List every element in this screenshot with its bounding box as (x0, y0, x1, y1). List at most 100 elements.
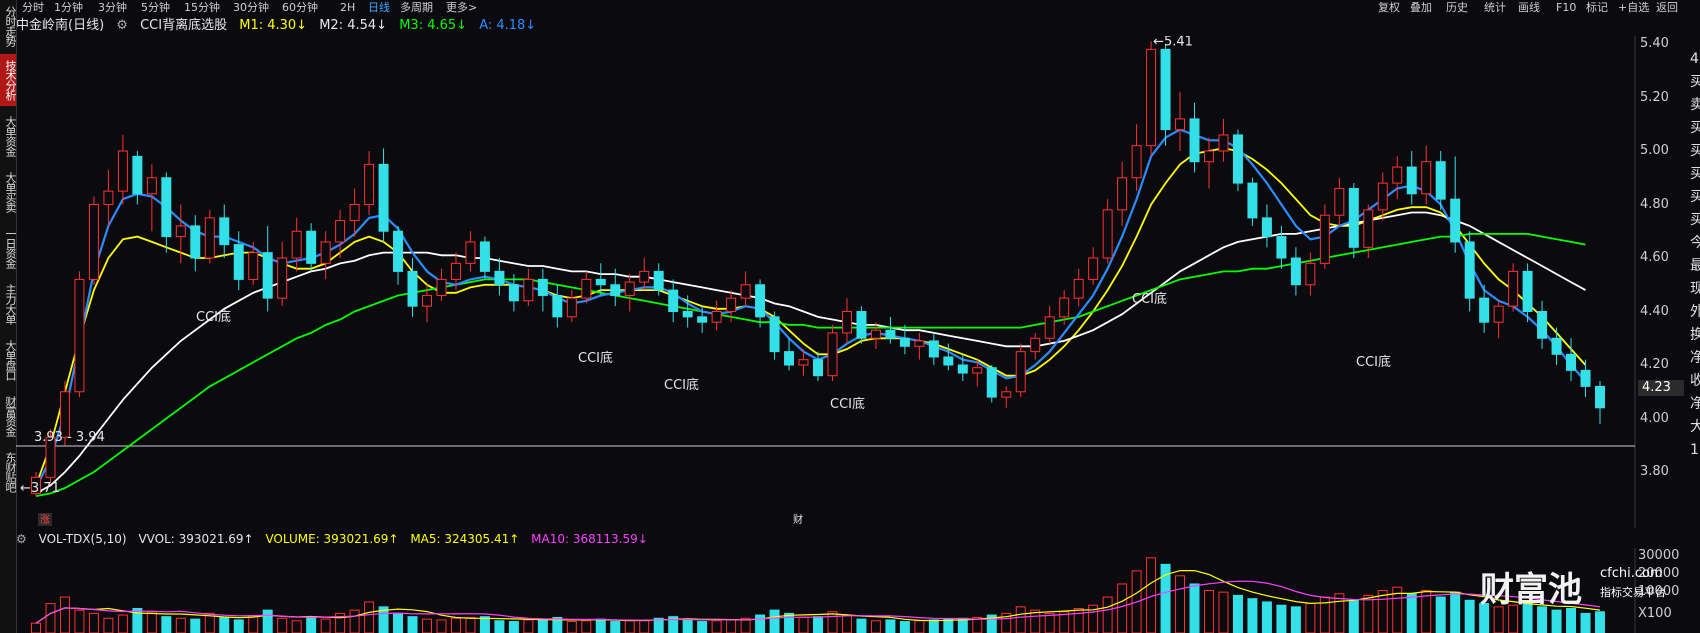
tab-daily-funds[interactable]: 一日资金 (0, 222, 17, 274)
quote-field: 买 (1690, 143, 1700, 159)
moving-average-lines (35, 128, 1587, 497)
period-15min[interactable]: 15分钟 (184, 0, 220, 16)
candle (827, 324, 838, 382)
volume-bars (31, 557, 1605, 633)
volume-bar (870, 620, 881, 633)
ma10-value: MA10: 368113.59↓ (531, 532, 648, 546)
tab-technical-analysis[interactable]: 技术分析 (0, 54, 17, 106)
zhang-badge: 涨 (38, 513, 52, 526)
volume-bar (639, 620, 650, 633)
volume-bar (1015, 606, 1026, 633)
low-label: ←3.71 (20, 481, 60, 496)
volume-bar (1276, 604, 1287, 633)
draw-line-button[interactable]: 画线 (1518, 0, 1540, 16)
history-button[interactable]: 历史 (1446, 0, 1468, 16)
high-label: ←5.41 (1153, 36, 1193, 49)
candle (639, 258, 650, 291)
candle (1001, 386, 1012, 408)
price-tick: 4.40 (1640, 303, 1669, 319)
volume-bar (74, 609, 85, 633)
current-price-tag: 4.23 (1638, 380, 1684, 396)
candle (769, 311, 780, 360)
period-1min[interactable]: 1分钟 (54, 0, 83, 16)
cci-bottom-label: CCI底 (1132, 291, 1167, 307)
tab-big-order-book[interactable]: 大单盘口 (0, 334, 17, 386)
candle (1421, 145, 1432, 205)
candle (1290, 247, 1301, 296)
candle (928, 332, 939, 365)
candle (479, 236, 490, 280)
tab-main-big-orders[interactable]: 主力大单 (0, 278, 17, 330)
price-tick: 4.20 (1640, 357, 1669, 372)
stats-button[interactable]: 统计 (1484, 0, 1506, 16)
tab-forum[interactable]: 东财贴吧 (0, 446, 17, 498)
settings-icon[interactable]: ⚙ (116, 18, 128, 33)
overlay-button[interactable]: 叠加 (1410, 0, 1432, 16)
period-multi[interactable]: 多周期 (400, 0, 433, 16)
volume-bar (31, 622, 41, 633)
volume-bar (59, 596, 70, 633)
price-tick: 5.00 (1640, 143, 1669, 158)
quote-field: 买 (1690, 166, 1700, 182)
cci-bottom-label: CCI底 (664, 377, 699, 393)
candle (1232, 129, 1243, 192)
candle (306, 223, 317, 272)
volume-bar (248, 615, 259, 633)
volume-bar (175, 617, 186, 633)
period-daily[interactable]: 日线 (368, 0, 390, 16)
volume-bar (682, 618, 693, 633)
volume-bar (1450, 591, 1461, 633)
candle (291, 217, 302, 272)
volume-bar (1363, 594, 1374, 633)
cci-bottom-label: CCI底 (830, 396, 865, 412)
volume-bar (320, 618, 331, 633)
period-2h[interactable]: 2H (340, 0, 355, 16)
volume-bar (277, 617, 288, 633)
volume-bar (508, 621, 519, 633)
chart-header: 中金岭南(日线) ⚙ CCI背离底选股 M1: 4.30↓ M2: 4.54↓ … (16, 17, 544, 35)
volume-bar (262, 609, 273, 633)
volume-bar (827, 611, 838, 633)
candle (740, 271, 751, 307)
volume-bar (813, 616, 823, 633)
candle (1276, 225, 1287, 269)
candle (1305, 252, 1316, 296)
volume-bar (45, 603, 56, 633)
volume-bar (1044, 612, 1055, 633)
period-30min[interactable]: 30分钟 (233, 0, 269, 16)
candle (465, 231, 476, 272)
tab-big-order-funds[interactable]: 大单资金 (0, 110, 17, 162)
fuquan-button[interactable]: 复权 (1378, 0, 1400, 16)
tab-big-order-trades[interactable]: 大单买卖 (0, 166, 17, 218)
mark-button[interactable]: 标记 (1586, 0, 1608, 16)
candle (885, 316, 896, 344)
candle (1189, 102, 1200, 173)
tab-wealth-funds[interactable]: 财富资金 (0, 390, 17, 442)
volume-bar (465, 616, 476, 633)
f10-button[interactable]: F10 (1556, 0, 1576, 16)
volume-header: ⚙ VOL-TDX(5,10) VVOL: 393021.69↑ VOLUME:… (16, 531, 656, 547)
volume-indicator-name[interactable]: VOL-TDX(5,10) (39, 532, 127, 546)
candle (537, 268, 548, 312)
candle (1160, 44, 1171, 146)
price-chart[interactable]: ←5.41 ←3.71 3.93 - 3.94 CCI底 CCI底 CCI底 CCI底 CCI… (16, 36, 1636, 528)
indicator-name[interactable]: CCI背离底选股 (140, 18, 227, 33)
volume-tick: 30000 (1638, 548, 1680, 563)
more-periods-button[interactable]: 更多> (446, 0, 477, 16)
volume-chart[interactable] (16, 548, 1636, 633)
volume-bar (450, 617, 461, 633)
volume-bar (233, 619, 244, 633)
volume-settings-icon[interactable]: ⚙ (16, 532, 27, 546)
candle (784, 338, 795, 371)
volume-bar (769, 609, 780, 633)
period-5min[interactable]: 5分钟 (141, 0, 170, 16)
candle (1044, 306, 1055, 344)
candle (1464, 231, 1475, 312)
period-fenshi[interactable]: 分时 (22, 0, 44, 16)
candle (668, 279, 679, 323)
volume-bar (103, 617, 114, 633)
period-3min[interactable]: 3分钟 (98, 0, 127, 16)
period-60min[interactable]: 60分钟 (282, 0, 318, 16)
tab-fenshi[interactable]: 分时走势 (0, 2, 17, 50)
candle (1537, 300, 1548, 349)
